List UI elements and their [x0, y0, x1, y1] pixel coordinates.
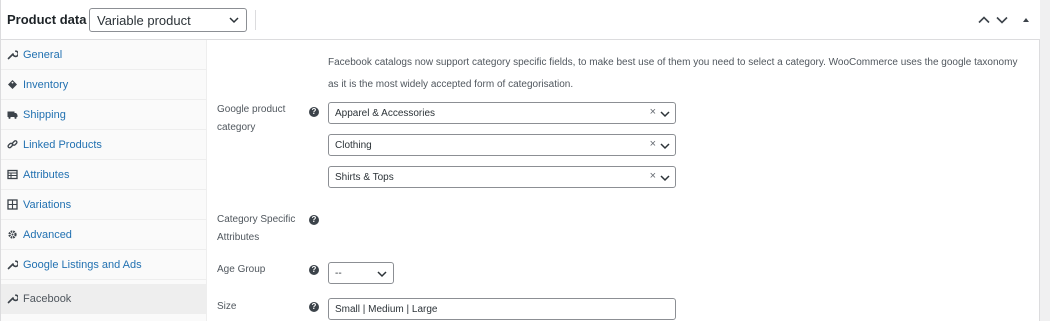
tab-label: Attributes — [23, 169, 70, 181]
product-data-panel: Product data — Variable product General … — [0, 0, 1041, 321]
page-background — [1040, 0, 1050, 321]
size-label: Size — [217, 301, 237, 312]
product-type-value: Variable product — [97, 13, 191, 28]
chevron-down-icon — [996, 16, 1008, 24]
tab-label: Variations — [23, 199, 72, 211]
toggle-panel-button[interactable] — [1019, 13, 1033, 27]
tag-icon — [7, 79, 18, 90]
tab-facebook[interactable]: Facebook — [1, 284, 207, 314]
move-up-button[interactable] — [977, 13, 991, 27]
tab-label: Advanced — [23, 229, 72, 241]
tab-label: Shipping — [23, 109, 66, 121]
tab-label: Google Listings and Ads — [23, 259, 142, 271]
chevron-up-icon — [978, 16, 990, 24]
tab-advanced[interactable]: Advanced — [1, 220, 207, 250]
category-specific-label: Category Specific Attributes — [217, 214, 296, 243]
size-input[interactable] — [328, 298, 676, 320]
age-group-select[interactable]: -- — [328, 262, 394, 284]
tab-label: Facebook — [23, 293, 72, 305]
google-category-level-2-select[interactable]: Clothing × — [328, 134, 676, 156]
panel-header: Product data — Variable product — [1, 0, 1041, 40]
help-icon[interactable]: ? — [309, 302, 319, 312]
google-category-level-1-select[interactable]: Apparel & Accessories × — [328, 102, 676, 124]
tab-shipping[interactable]: Shipping — [1, 100, 207, 130]
panel-title-text: Product data — [7, 12, 87, 27]
product-type-select[interactable]: Variable product — [89, 8, 247, 32]
chevron-down-icon — [660, 143, 670, 150]
header-divider — [255, 10, 256, 30]
clear-icon[interactable]: × — [650, 170, 656, 182]
select-value: -- — [335, 268, 342, 279]
help-icon[interactable]: ? — [309, 215, 319, 225]
wrench-icon — [7, 293, 18, 304]
tab-inventory[interactable]: Inventory — [1, 70, 207, 100]
grid-icon — [7, 199, 18, 210]
google-category-level-3-select[interactable]: Shirts & Tops × — [328, 166, 676, 188]
tab-label: General — [23, 49, 63, 61]
google-category-label: Google product category — [217, 104, 286, 133]
select-value: Apparel & Accessories — [335, 108, 436, 119]
age-group-label: Age Group — [217, 264, 266, 275]
category-notice: Facebook catalogs now support category s… — [328, 57, 1018, 90]
table-icon — [7, 169, 18, 180]
wrench-icon — [7, 259, 18, 270]
help-icon[interactable]: ? — [309, 265, 319, 275]
gear-icon — [7, 229, 18, 240]
tab-attributes[interactable]: Attributes — [1, 160, 207, 190]
wrench-icon — [7, 49, 18, 60]
triangle-up-icon — [1023, 18, 1029, 22]
chevron-down-icon — [229, 17, 239, 24]
tab-general[interactable]: General — [1, 40, 207, 70]
truck-icon — [7, 109, 18, 120]
chevron-down-icon — [377, 271, 387, 278]
help-icon[interactable]: ? — [309, 107, 319, 117]
clear-icon[interactable]: × — [650, 138, 656, 150]
tab-variations[interactable]: Variations — [1, 190, 207, 220]
select-value: Shirts & Tops — [335, 172, 394, 183]
tab-google-listings-and-ads[interactable]: Google Listings and Ads — [1, 250, 207, 280]
chevron-down-icon — [660, 175, 670, 182]
clear-icon[interactable]: × — [650, 106, 656, 118]
move-down-button[interactable] — [995, 13, 1009, 27]
chevron-down-icon — [660, 111, 670, 118]
tab-linked-products[interactable]: Linked Products — [1, 130, 207, 160]
tab-label: Linked Products — [23, 139, 102, 151]
tab-label: Inventory — [23, 79, 69, 91]
link-icon — [7, 139, 18, 150]
select-value: Clothing — [335, 140, 372, 151]
product-data-tabs: General Inventory Shipping Linked Produc… — [1, 40, 207, 321]
